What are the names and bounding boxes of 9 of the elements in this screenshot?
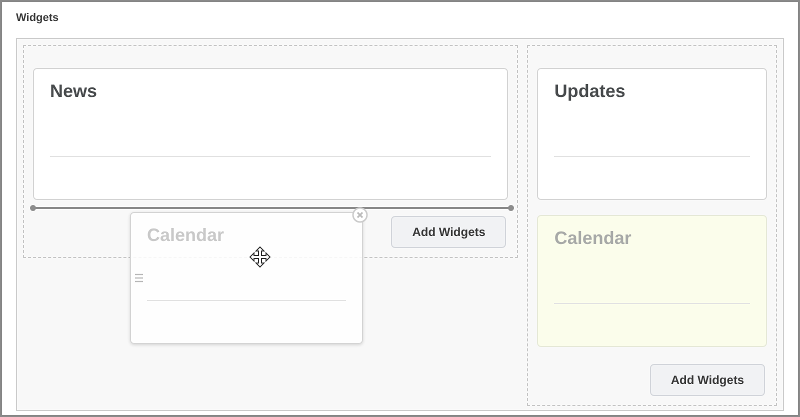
page-title: Widgets xyxy=(16,12,59,24)
widget-title: Calendar xyxy=(554,228,632,249)
move-cursor-icon xyxy=(249,246,271,268)
widget-title: Updates xyxy=(554,81,626,102)
drag-handle-icon[interactable] xyxy=(135,273,143,283)
close-icon[interactable] xyxy=(352,207,368,223)
widget-title: News xyxy=(50,81,98,102)
add-widgets-button[interactable]: Add Widgets xyxy=(650,364,765,396)
add-widgets-button[interactable]: Add Widgets xyxy=(391,216,506,248)
